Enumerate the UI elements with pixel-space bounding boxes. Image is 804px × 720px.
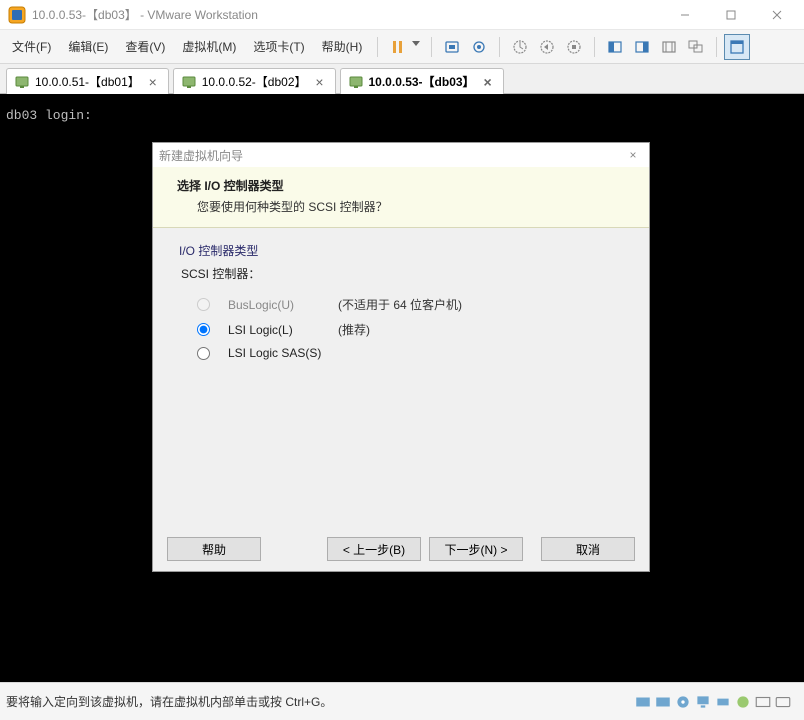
new-vm-wizard-dialog: 新建虚拟机向导 × 选择 I/O 控制器类型 您要使用何种类型的 SCSI 控制… — [152, 142, 650, 572]
tab-label: 10.0.0.51-【db01】 — [35, 73, 140, 90]
status-icons — [634, 694, 798, 710]
sound-icon[interactable] — [754, 694, 772, 710]
radio-lsisas[interactable]: LSI Logic SAS(S) — [179, 342, 623, 364]
radio-buslogic: BusLogic(U) (不适用于 64 位客户机) — [179, 292, 623, 317]
dialog-banner: 选择 I/O 控制器类型 您要使用何种类型的 SCSI 控制器？ — [153, 167, 649, 228]
fit-window-icon[interactable] — [629, 34, 655, 60]
dialog-close-icon[interactable]: × — [623, 145, 643, 165]
radio-lsilogic-input[interactable] — [197, 323, 210, 336]
radio-buslogic-input — [197, 298, 210, 311]
menu-view[interactable]: 查看(V) — [117, 34, 173, 59]
stretch-icon[interactable] — [656, 34, 682, 60]
status-text: 要将输入定向到该虚拟机，请在虚拟机内部单击或按 Ctrl+G。 — [6, 693, 634, 710]
radio-lsisas-label: LSI Logic SAS(S) — [228, 346, 324, 360]
help-button[interactable]: 帮助 — [167, 537, 261, 561]
disk2-icon[interactable] — [654, 694, 672, 710]
minimize-button[interactable] — [662, 0, 708, 30]
cd-icon[interactable] — [674, 694, 692, 710]
separator — [377, 37, 378, 57]
cancel-button[interactable]: 取消 — [541, 537, 635, 561]
snapshot-revert-icon[interactable] — [534, 34, 560, 60]
maximize-button[interactable] — [708, 0, 754, 30]
unity-icon[interactable] — [683, 34, 709, 60]
menu-file[interactable]: 文件(F) — [4, 34, 59, 59]
console[interactable]: db03 login: 新建虚拟机向导 × 选择 I/O 控制器类型 您要使用何… — [0, 94, 804, 682]
radio-buslogic-hint: (不适用于 64 位客户机) — [338, 296, 462, 313]
usb-icon[interactable] — [714, 694, 732, 710]
radio-buslogic-label: BusLogic(U) — [228, 298, 324, 312]
menu-edit[interactable]: 编辑(E) — [60, 34, 116, 59]
window-title: 10.0.0.53-【db03】 - VMware Workstation — [32, 6, 662, 23]
tab-db03[interactable]: 10.0.0.53-【db03】 × — [340, 68, 504, 94]
console-prompt: db03 login: — [0, 94, 804, 137]
radio-lsisas-input[interactable] — [197, 347, 210, 360]
radio-lsilogic-label: LSI Logic(L) — [228, 323, 324, 337]
vm-icon — [182, 75, 196, 89]
radio-lsilogic-hint: (推荐) — [338, 321, 370, 338]
dialog-title: 新建虚拟机向导 — [159, 147, 243, 164]
separator — [431, 37, 432, 57]
printer-icon[interactable] — [734, 694, 752, 710]
dialog-heading: 选择 I/O 控制器类型 — [177, 177, 633, 194]
menu-tabs[interactable]: 选项卡(T) — [245, 34, 312, 59]
next-button[interactable]: 下一步(N) > — [429, 537, 523, 561]
dialog-titlebar: 新建虚拟机向导 × — [153, 143, 649, 167]
app-icon — [8, 6, 26, 24]
snapshot-manager-icon[interactable] — [561, 34, 587, 60]
vm-icon — [15, 75, 29, 89]
disk-icon[interactable] — [634, 694, 652, 710]
tabbar: 10.0.0.51-【db01】 × 10.0.0.52-【db02】 × 10… — [0, 64, 804, 94]
tab-close-icon[interactable]: × — [313, 75, 327, 89]
network-icon[interactable] — [694, 694, 712, 710]
statusbar: 要将输入定向到该虚拟机，请在虚拟机内部单击或按 Ctrl+G。 — [0, 682, 804, 720]
separator — [716, 37, 717, 57]
tab-close-icon[interactable]: × — [481, 75, 495, 89]
message-icon[interactable] — [774, 694, 792, 710]
pause-dropdown[interactable] — [412, 34, 424, 60]
tab-label: 10.0.0.52-【db02】 — [202, 73, 307, 90]
scsi-label: SCSI 控制器： — [179, 265, 623, 282]
snapshot-icon[interactable] — [466, 34, 492, 60]
tab-db01[interactable]: 10.0.0.51-【db01】 × — [6, 68, 169, 94]
menubar: 文件(F) 编辑(E) 查看(V) 虚拟机(M) 选项卡(T) 帮助(H) — [0, 30, 804, 64]
fit-guest-icon[interactable] — [602, 34, 628, 60]
menu-help[interactable]: 帮助(H) — [314, 34, 371, 59]
titlebar: 10.0.0.53-【db03】 - VMware Workstation — [0, 0, 804, 30]
radio-lsilogic[interactable]: LSI Logic(L) (推荐) — [179, 317, 623, 342]
snapshot-take-icon[interactable] — [507, 34, 533, 60]
group-label: I/O 控制器类型 — [179, 242, 623, 259]
close-button[interactable] — [754, 0, 800, 30]
tab-close-icon[interactable]: × — [146, 75, 160, 89]
dialog-body: I/O 控制器类型 SCSI 控制器： BusLogic(U) (不适用于 64… — [153, 228, 649, 378]
tab-label: 10.0.0.53-【db03】 — [369, 73, 475, 90]
dialog-subheading: 您要使用何种类型的 SCSI 控制器？ — [177, 194, 633, 215]
separator — [499, 37, 500, 57]
vm-icon — [349, 75, 363, 89]
send-ctrl-alt-del-icon[interactable] — [439, 34, 465, 60]
menu-vm[interactable]: 虚拟机(M) — [174, 34, 244, 59]
tab-db02[interactable]: 10.0.0.52-【db02】 × — [173, 68, 336, 94]
back-button[interactable]: < 上一步(B) — [327, 537, 421, 561]
dialog-footer: 帮助 < 上一步(B) 下一步(N) > 取消 — [153, 527, 649, 571]
separator — [594, 37, 595, 57]
fullscreen-icon[interactable] — [724, 34, 750, 60]
pause-button[interactable] — [385, 34, 411, 60]
